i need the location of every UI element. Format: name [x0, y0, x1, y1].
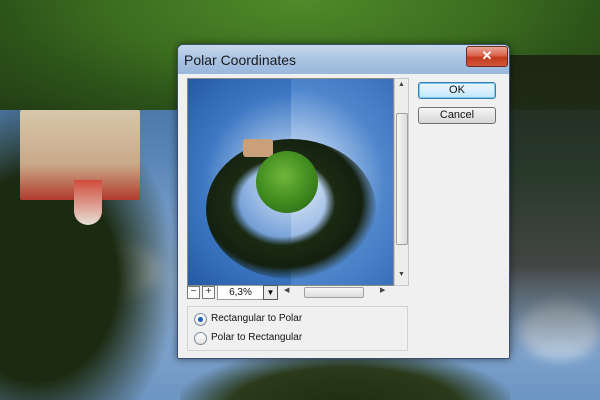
zoom-in-button[interactable]: +	[202, 286, 215, 299]
vertical-scroll-thumb[interactable]	[396, 113, 408, 245]
close-button[interactable]: ✕	[466, 46, 508, 67]
preview-planet	[256, 151, 318, 213]
scroll-up-arrow-icon[interactable]: ▲	[395, 81, 408, 88]
scroll-down-arrow-icon[interactable]: ▼	[395, 271, 408, 278]
preview-palace	[243, 139, 273, 157]
preview-horizontal-scrollbar[interactable]: ◀ ▶	[282, 286, 389, 298]
dialog-title: Polar Coordinates	[184, 52, 297, 68]
ok-button[interactable]: OK	[418, 82, 496, 99]
dialog-titlebar[interactable]: Polar Coordinates ✕	[178, 45, 509, 74]
zoom-out-button[interactable]: −	[187, 286, 200, 299]
conversion-options-group: Rectangular to Polar Polar to Rectangula…	[187, 306, 408, 351]
preview-vertical-scrollbar[interactable]: ▲ ▼	[394, 78, 409, 286]
dialog-content: ▲ ▼ − + 6,3% ▼ ◀ ▶ Rectangular to Polar	[178, 74, 509, 358]
cancel-button[interactable]: Cancel	[418, 107, 496, 124]
scroll-left-arrow-icon[interactable]: ◀	[284, 286, 289, 294]
option-label: Polar to Rectangular	[211, 332, 303, 343]
horizontal-scroll-thumb[interactable]	[304, 287, 364, 298]
radio-rectangular-to-polar[interactable]	[194, 313, 207, 326]
polar-coordinates-dialog: Polar Coordinates ✕ ▲ ▼ − + 6,3% ▼ ◀ ▶ R…	[177, 44, 510, 359]
radio-polar-to-rectangular[interactable]	[194, 332, 207, 345]
filter-preview[interactable]	[187, 78, 394, 286]
zoom-dropdown-icon[interactable]: ▼	[263, 285, 278, 300]
background-trees-right	[505, 55, 600, 355]
zoom-controls: − + 6,3% ▼ ◀ ▶	[187, 285, 407, 300]
option-label: Rectangular to Polar	[211, 313, 303, 324]
close-icon: ✕	[481, 48, 493, 63]
zoom-level-field[interactable]: 6,3%	[217, 285, 264, 300]
background-tower	[74, 180, 102, 225]
scroll-right-arrow-icon[interactable]: ▶	[380, 286, 385, 294]
